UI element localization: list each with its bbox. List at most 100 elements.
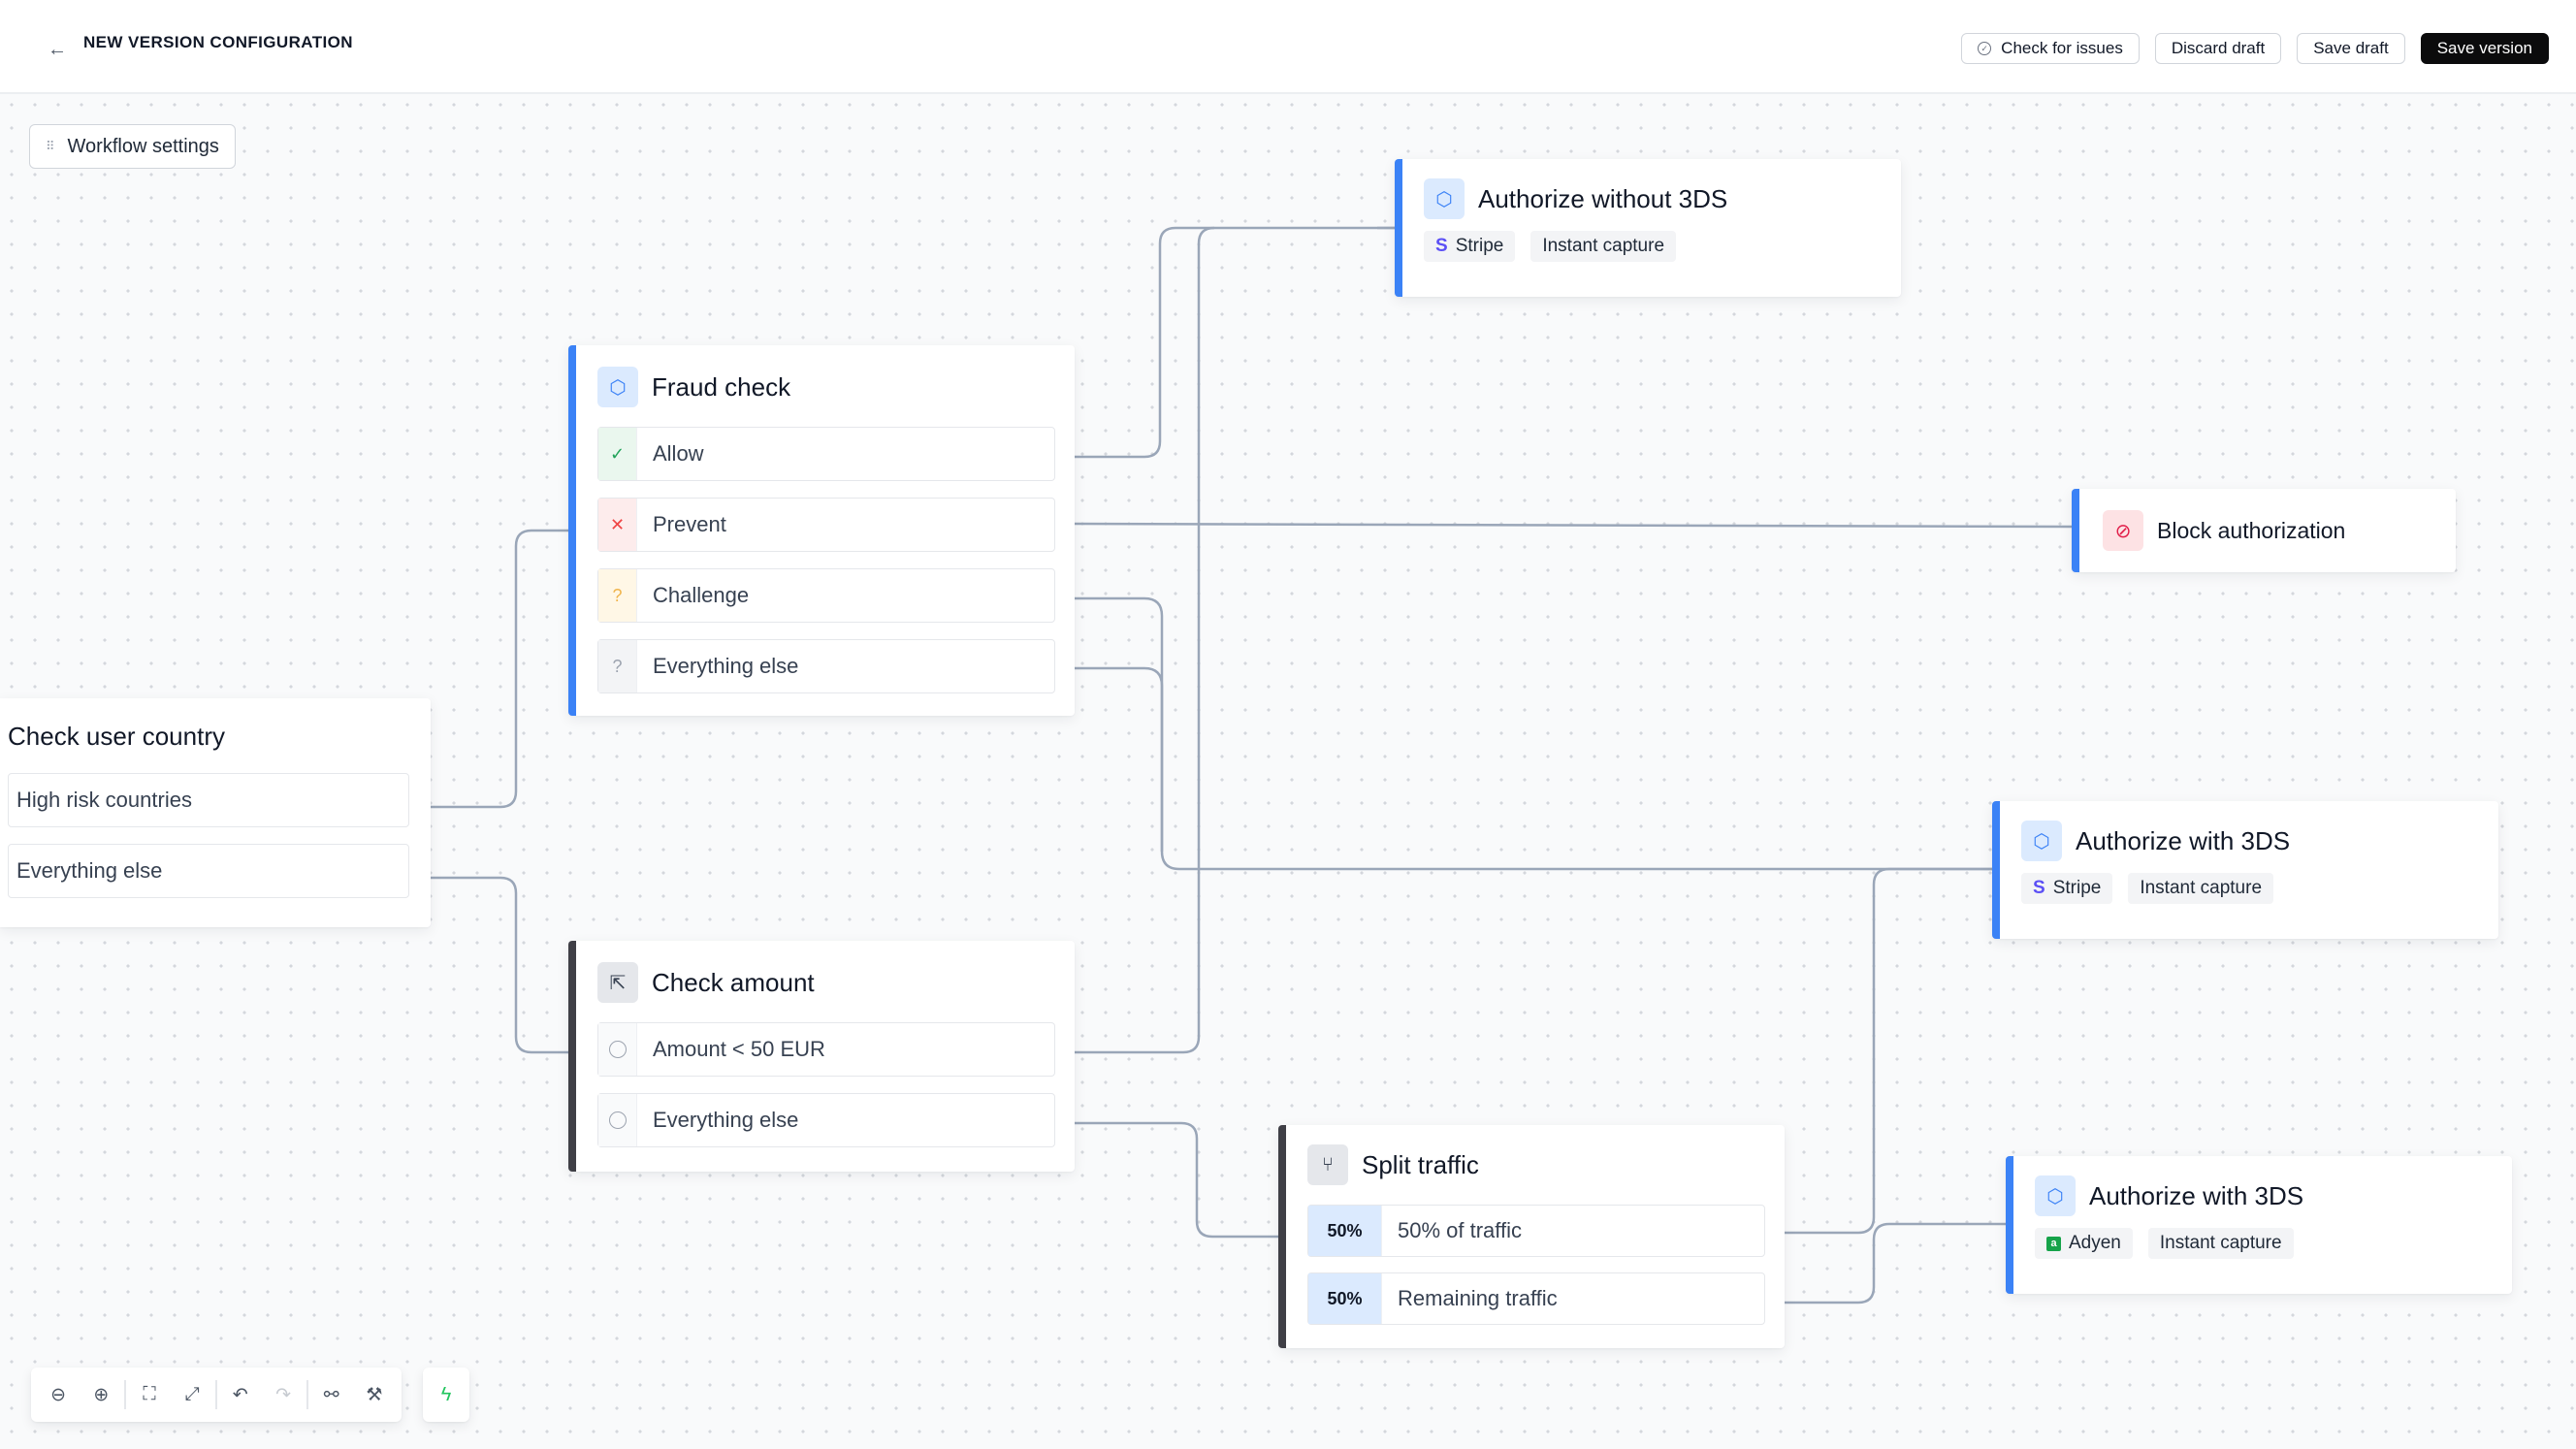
node-header: ⊘ Block authorization [2103, 510, 2345, 551]
split-arrows-icon: ⇱ [597, 962, 638, 1003]
node-tags: a Adyen Instant capture [2035, 1228, 2493, 1259]
option-label: Remaining traffic [1398, 1286, 1558, 1310]
node-header: ⬡ Fraud check [597, 367, 1055, 407]
workflow-settings-button[interactable]: ⠿ Workflow settings [29, 124, 236, 169]
stripe-logo-icon: S [2033, 878, 2045, 898]
check-circle-icon: ✓ [1978, 42, 1992, 55]
save-draft-button[interactable]: Save draft [2297, 33, 2405, 64]
node-title: Check user country [8, 722, 225, 751]
option-amount-everything-else[interactable]: Everything else [597, 1093, 1055, 1147]
option-label: Everything else [653, 654, 799, 678]
node-tags: S Stripe Instant capture [1424, 231, 1882, 262]
fork-icon: ⑂ [1307, 1144, 1348, 1185]
cube-icon: ⬡ [1424, 178, 1465, 219]
node-header: ⬡ Authorize without 3DS [1424, 178, 1882, 219]
provider-label: Stripe [2052, 878, 2102, 898]
node-split-traffic[interactable]: ⑂ Split traffic 50% 50% of traffic 50% R… [1278, 1125, 1785, 1348]
option-prevent[interactable]: ✕ Prevent [597, 498, 1055, 552]
adyen-logo-icon: a [2046, 1236, 2061, 1251]
question-icon: ? [598, 640, 637, 692]
option-amount-under-50[interactable]: Amount < 50 EUR [597, 1022, 1055, 1077]
capture-tag: Instant capture [2128, 873, 2274, 904]
undo-icon[interactable]: ↶ [219, 1373, 262, 1416]
cube-icon: ⬡ [2021, 821, 2062, 861]
option-label: 50% of traffic [1398, 1218, 1522, 1242]
node-fraud-check[interactable]: ⬡ Fraud check ✓ Allow ✕ Prevent ? Challe… [568, 345, 1075, 716]
cube-icon: ⬡ [597, 367, 638, 407]
edge-split-a-to-3ds-stripe [1785, 867, 1994, 1235]
option-challenge[interactable]: ? Challenge [597, 568, 1055, 623]
node-title: Split traffic [1362, 1149, 1479, 1179]
canvas-toolbar: ⊖ ⊕ ⛶ ⤢ ↶ ↷ ⚯ ⚒ [31, 1368, 402, 1422]
circle-icon [598, 1094, 637, 1146]
fit-view-icon[interactable]: ⛶ [128, 1373, 171, 1416]
x-icon: ✕ [598, 499, 637, 551]
provider-tag: S Stripe [1424, 231, 1516, 262]
toolbar-divider [215, 1380, 217, 1409]
node-title: Authorize without 3DS [1478, 183, 1728, 213]
redo-icon[interactable]: ↷ [262, 1373, 305, 1416]
node-title: Check amount [652, 967, 815, 997]
edge-allow-to-no3ds [1075, 226, 1395, 459]
node-title: Authorize with 3DS [2089, 1180, 2304, 1210]
node-check-user-country[interactable]: Check user country High risk countries E… [0, 698, 431, 927]
auto-layout-icon[interactable]: ⚯ [310, 1373, 353, 1416]
option-label: Amount < 50 EUR [653, 1037, 825, 1061]
question-icon: ? [598, 569, 637, 622]
node-authorize-with-3ds-adyen[interactable]: ⬡ Authorize with 3DS a Adyen Instant cap… [2006, 1156, 2512, 1294]
lightning-icon[interactable]: ϟ [423, 1368, 469, 1422]
option-label: Allow [653, 441, 704, 466]
check-icon: ✓ [598, 428, 637, 480]
node-header: ⑂ Split traffic [1307, 1144, 1765, 1185]
node-check-amount[interactable]: ⇱ Check amount Amount < 50 EUR Everythin… [568, 941, 1075, 1172]
block-icon: ⊘ [2103, 510, 2143, 551]
save-version-button[interactable]: Save version [2420, 33, 2549, 64]
edge-fraud-else-to-3ds [1075, 666, 1164, 852]
percent-badge: 50% [1308, 1206, 1382, 1256]
drag-dots-icon: ⠿ [46, 139, 54, 153]
edge-amount-else-to-split [1075, 1121, 1280, 1239]
capture-tag: Instant capture [2147, 1228, 2294, 1259]
tools-icon[interactable]: ⚒ [353, 1373, 396, 1416]
zoom-in-icon[interactable]: ⊕ [80, 1373, 122, 1416]
toolbar-divider [306, 1380, 308, 1409]
option-label: Challenge [653, 583, 750, 607]
node-authorize-without-3ds[interactable]: ⬡ Authorize without 3DS S Stripe Instant… [1395, 159, 1901, 297]
discard-draft-button[interactable]: Discard draft [2154, 33, 2282, 64]
node-header: ⇱ Check amount [597, 962, 1055, 1003]
back-arrow-icon[interactable]: ← [43, 35, 72, 64]
provider-tag: a Adyen [2035, 1228, 2133, 1259]
edge-challenge-to-3ds [1075, 596, 1994, 871]
check-issues-button[interactable]: ✓ Check for issues [1961, 33, 2140, 64]
edge-country-else-to-amount [431, 876, 570, 1054]
option-fraud-everything-else[interactable]: ? Everything else [597, 639, 1055, 693]
option-high-risk-countries[interactable]: High risk countries [8, 773, 409, 827]
node-header: ⬡ Authorize with 3DS [2035, 1175, 2493, 1216]
node-tags: S Stripe Instant capture [2021, 873, 2479, 904]
option-allow[interactable]: ✓ Allow [597, 427, 1055, 481]
option-label: Everything else [16, 858, 163, 883]
workflow-settings-label: Workflow settings [67, 135, 219, 157]
fullscreen-icon[interactable]: ⤢ [171, 1373, 213, 1416]
option-split-50[interactable]: 50% 50% of traffic [1307, 1205, 1765, 1257]
node-block-authorization[interactable]: ⊘ Block authorization [2072, 489, 2456, 572]
top-bar: ← NEW VERSION CONFIGURATION ✓ Check for … [0, 0, 2576, 94]
node-title: Block authorization [2157, 517, 2346, 543]
check-issues-label: Check for issues [2001, 39, 2123, 57]
cube-icon: ⬡ [2035, 1175, 2076, 1216]
edge-high-risk-to-fraud [431, 529, 570, 809]
zoom-out-icon[interactable]: ⊖ [37, 1373, 80, 1416]
node-title: Authorize with 3DS [2076, 825, 2291, 855]
capture-tag: Instant capture [1530, 231, 1677, 262]
toolbar-divider [124, 1380, 126, 1409]
header-actions: ✓ Check for issues Discard draft Save dr… [1961, 33, 2549, 64]
provider-label: Adyen [2069, 1233, 2121, 1253]
option-country-everything-else[interactable]: Everything else [8, 844, 409, 898]
node-header: ⬡ Authorize with 3DS [2021, 821, 2479, 861]
edge-prevent-to-block [1074, 522, 2075, 529]
edge-amount-to-no3ds [1075, 226, 1215, 1054]
option-split-remaining[interactable]: 50% Remaining traffic [1307, 1272, 1765, 1325]
node-authorize-with-3ds-stripe[interactable]: ⬡ Authorize with 3DS S Stripe Instant ca… [1992, 801, 2498, 939]
option-label: Prevent [653, 512, 726, 536]
provider-tag: S Stripe [2021, 873, 2113, 904]
